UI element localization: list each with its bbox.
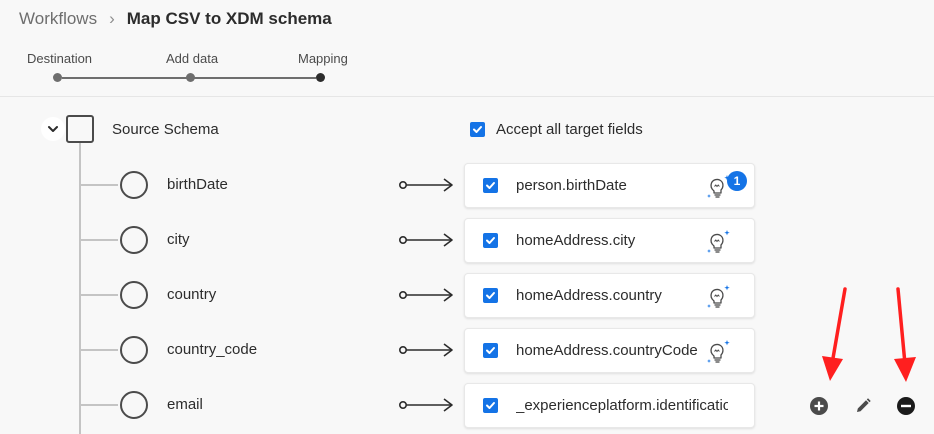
mapping-row-birthdate: birthDate person.birthDate 1 <box>0 163 934 208</box>
chevron-down-icon <box>48 126 58 132</box>
breadcrumb-separator-icon: › <box>109 9 115 28</box>
annotation-arrow-icon <box>894 287 916 382</box>
source-field-name: email <box>167 396 203 413</box>
checkmark-icon <box>473 126 482 133</box>
target-field-checkbox[interactable] <box>483 288 498 303</box>
remove-icon[interactable] <box>896 396 916 416</box>
mapping-arrow-icon <box>398 178 453 192</box>
checkmark-icon <box>486 237 495 244</box>
mapping-arrow-icon <box>398 288 453 302</box>
mapping-row-email: email _experienceplatform.identificatior <box>0 383 934 428</box>
lightbulb-suggestion-icon[interactable] <box>705 227 733 257</box>
checkmark-icon <box>486 402 495 409</box>
accept-all-target-fields[interactable]: Accept all target fields <box>470 121 643 138</box>
target-field-card[interactable]: homeAddress.country <box>464 273 755 318</box>
target-field-name: _experienceplatform.identificatior <box>516 397 728 414</box>
mapping-row-country-code: country_code homeAddress.countryCode <box>0 328 934 373</box>
mapping-arrow-icon <box>398 233 453 247</box>
step-dot-destination <box>53 73 62 82</box>
checkmark-icon <box>486 292 495 299</box>
step-label-mapping: Mapping <box>298 51 348 66</box>
source-field-node[interactable] <box>120 281 148 309</box>
source-field-node[interactable] <box>120 171 148 199</box>
mapping-row-country: country homeAddress.country <box>0 273 934 318</box>
source-field-node[interactable] <box>120 336 148 364</box>
tree-branch-line <box>81 184 118 186</box>
source-schema-node[interactable] <box>66 115 94 143</box>
mapping-row-city: city homeAddress.city <box>0 218 934 263</box>
target-field-checkbox[interactable] <box>483 178 498 193</box>
step-connector <box>62 77 189 79</box>
target-field-card[interactable]: homeAddress.countryCode <box>464 328 755 373</box>
target-field-card[interactable]: person.birthDate 1 <box>464 163 755 208</box>
target-field-name: homeAddress.countryCode <box>516 342 698 359</box>
accept-all-label: Accept all target fields <box>496 121 643 138</box>
suggestion-count-badge: 1 <box>727 171 747 191</box>
tree-branch-line <box>81 239 118 241</box>
step-dot-mapping <box>316 73 325 82</box>
source-field-name: city <box>167 231 190 248</box>
page-title: Map CSV to XDM schema <box>126 9 332 28</box>
workflow-header: Workflows › Map CSV to XDM schema Destin… <box>0 0 934 97</box>
collapse-button[interactable] <box>41 117 65 141</box>
tree-branch-line <box>81 349 118 351</box>
source-field-name: country <box>167 286 217 303</box>
step-dot-add-data <box>186 73 195 82</box>
step-label-add-data: Add data <box>166 51 219 66</box>
source-field-node[interactable] <box>120 391 148 419</box>
breadcrumb-workflows-link[interactable]: Workflows <box>19 9 97 29</box>
target-field-card[interactable]: _experienceplatform.identificatior <box>464 383 755 428</box>
target-field-checkbox[interactable] <box>483 398 498 413</box>
step-label-destination: Destination <box>27 51 93 66</box>
target-field-name: homeAddress.city <box>516 232 636 249</box>
annotation-arrow-icon <box>822 287 847 381</box>
tree-branch-line <box>81 294 118 296</box>
checkmark-icon <box>486 347 495 354</box>
lightbulb-suggestion-icon[interactable] <box>705 337 733 367</box>
source-schema-label: Source Schema <box>112 121 219 138</box>
breadcrumb: Workflows › Map CSV to XDM schema <box>19 9 332 29</box>
source-field-name: birthDate <box>167 176 228 193</box>
mapping-arrow-icon <box>398 398 453 412</box>
lightbulb-suggestion-icon[interactable] <box>705 282 733 312</box>
step-connector <box>194 77 316 79</box>
source-field-node[interactable] <box>120 226 148 254</box>
target-field-card[interactable]: homeAddress.city <box>464 218 755 263</box>
target-field-name: person.birthDate <box>516 177 627 194</box>
target-field-checkbox[interactable] <box>483 343 498 358</box>
edit-icon[interactable] <box>853 396 873 416</box>
target-field-name: homeAddress.country <box>516 287 662 304</box>
source-field-name: country_code <box>167 341 258 358</box>
add-icon[interactable] <box>809 396 829 416</box>
target-field-checkbox[interactable] <box>483 233 498 248</box>
mapping-arrow-icon <box>398 343 453 357</box>
accept-all-checkbox[interactable] <box>470 122 485 137</box>
checkmark-icon <box>486 182 495 189</box>
tree-branch-line <box>81 404 118 406</box>
